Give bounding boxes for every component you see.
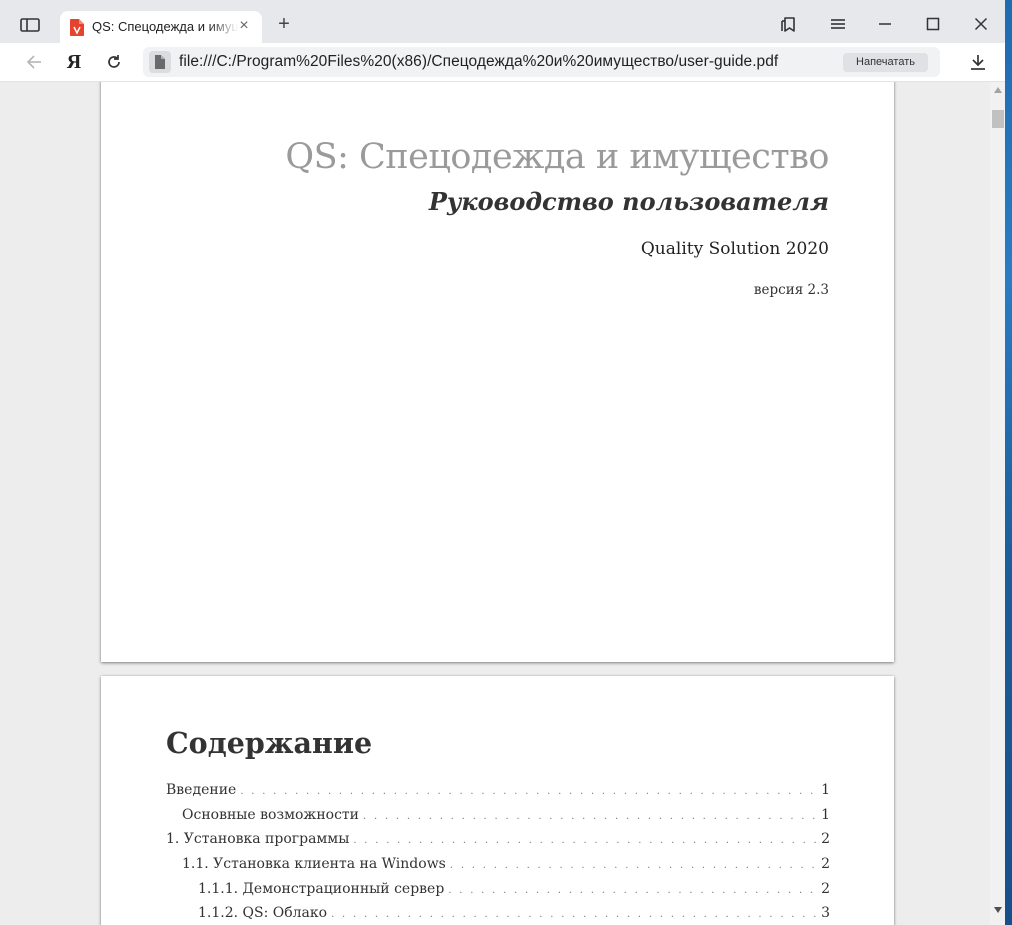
toc-leader-dots: . . . . . . . . . . . . . . . . . . . . … (449, 860, 817, 872)
toc-entry-label[interactable]: Введение (166, 782, 240, 798)
new-tab-button[interactable]: + (272, 11, 296, 39)
toc-entry[interactable]: 1.1.2. QS: Облако . . . . . . . . . . . … (166, 905, 830, 925)
close-icon[interactable] (965, 10, 997, 38)
minimize-icon[interactable] (869, 10, 901, 38)
toc-entry[interactable]: 1.1. Установка клиента на Windows . . . … (166, 856, 830, 881)
toc-leader-dots: . . . . . . . . . . . . . . . . . . . . … (240, 786, 817, 797)
toc-entry[interactable]: 1.1.1. Демонстрационный сервер . . . . .… (166, 881, 830, 906)
address-text[interactable]: file:///C:/Program%20Files%20(x86)/Спецо… (179, 53, 778, 71)
bookmarks-icon[interactable] (773, 10, 805, 38)
document-organization: Quality Solution 2020 (640, 239, 829, 259)
toc-heading: Содержание (166, 726, 373, 760)
toc-entry-label[interactable]: 1.1.2. QS: Облако (198, 905, 331, 921)
toc-entry[interactable]: Основные возможности . . . . . . . . . .… (166, 807, 830, 832)
toc-entry-page[interactable]: 3 (817, 905, 830, 921)
yandex-logo[interactable]: Я (60, 48, 88, 76)
toc-entry-label[interactable]: Основные возможности (182, 807, 363, 823)
tab-active[interactable]: QS: Спецодежда и имущество × (60, 11, 262, 43)
print-button[interactable]: Напечатать (843, 53, 928, 72)
toc-entry-label[interactable]: 1.1.1. Демонстрационный сервер (198, 881, 448, 897)
pdf-page-title: QS: Спецодежда и имущество Руководство п… (101, 82, 894, 662)
toc-entry-page[interactable]: 2 (817, 881, 830, 897)
scroll-up-icon[interactable] (990, 82, 1006, 98)
pdf-file-icon (70, 19, 84, 36)
back-arrow-icon[interactable] (20, 48, 48, 76)
tab-bar: QS: Спецодежда и имущество × + (0, 7, 1006, 43)
pdf-viewer[interactable]: QS: Спецодежда и имущество Руководство п… (0, 82, 990, 925)
toc-leader-dots: . . . . . . . . . . . . . . . . . . . . … (363, 810, 817, 822)
sidebar-toggle-icon[interactable] (12, 12, 48, 38)
toolbar: Я file:///C:/Program%20Files%20(x86)/Спе… (0, 43, 1006, 82)
window-top-edge (0, 0, 1012, 7)
file-icon (149, 51, 171, 73)
scrollbar-thumb[interactable] (992, 110, 1004, 128)
toc-entry-label[interactable]: 1. Установка программы (166, 831, 353, 847)
document-title: QS: Спецодежда и имущество (285, 137, 829, 177)
toc-entry-label[interactable]: 1.1. Установка клиента на Windows (182, 856, 450, 872)
vertical-scrollbar[interactable] (990, 82, 1006, 925)
toc-leader-dots: . . . . . . . . . . . . . . . . . . . . … (448, 884, 817, 896)
desktop-background (1005, 0, 1012, 925)
toc-entry-page[interactable]: 1 (817, 782, 830, 798)
menu-icon[interactable] (822, 10, 854, 38)
toc-list: Введение . . . . . . . . . . . . . . . .… (166, 782, 830, 925)
toc-entry[interactable]: Введение . . . . . . . . . . . . . . . .… (166, 782, 830, 807)
tab-close-icon[interactable]: × (236, 16, 252, 36)
document-version: версия 2.3 (753, 282, 829, 298)
toc-entry-page[interactable]: 2 (817, 856, 830, 872)
toc-entry-page[interactable]: 2 (817, 831, 830, 847)
toc-leader-dots: . . . . . . . . . . . . . . . . . . . . … (331, 909, 817, 921)
toc-entry-page[interactable]: 1 (817, 807, 830, 823)
reload-icon[interactable] (100, 48, 128, 76)
tab-title: QS: Спецодежда и имущество (92, 19, 238, 34)
address-bar[interactable]: file:///C:/Program%20Files%20(x86)/Спецо… (143, 47, 940, 77)
pdf-page-toc: Содержание Введение . . . . . . . . . . … (101, 676, 894, 925)
toc-leader-dots: . . . . . . . . . . . . . . . . . . . . … (353, 835, 817, 847)
toc-entry[interactable]: 1. Установка программы . . . . . . . . .… (166, 831, 830, 856)
download-icon[interactable] (964, 48, 992, 76)
scroll-down-icon[interactable] (990, 902, 1006, 918)
browser-window: QS: Спецодежда и имущество × + Я (0, 0, 1012, 925)
document-subtitle: Руководство пользователя (428, 187, 829, 216)
maximize-icon[interactable] (917, 10, 949, 38)
